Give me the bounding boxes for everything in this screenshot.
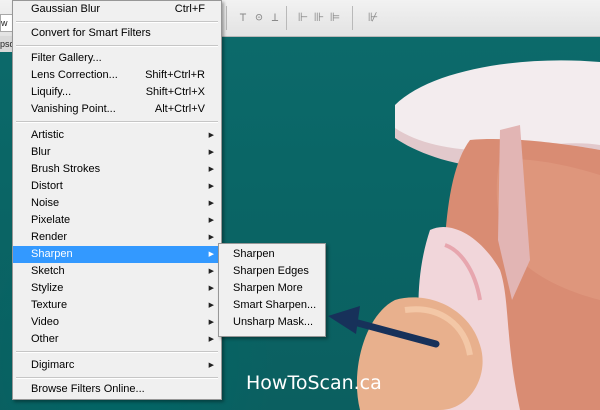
align-top-icon[interactable]: ⊤ bbox=[236, 10, 250, 24]
menu-item-gaussian-blur[interactable]: Gaussian Blur Ctrl+F bbox=[13, 1, 221, 18]
distribute-left-icon[interactable]: ⊩ bbox=[296, 10, 310, 24]
menu-item-render[interactable]: Render ▶ bbox=[13, 229, 221, 246]
submenu-item-sharpen-more[interactable]: Sharpen More bbox=[219, 280, 325, 297]
menu-item-convert-for-smart-filters[interactable]: Convert for Smart Filters bbox=[13, 25, 221, 42]
submenu-item-unsharp-mask[interactable]: Unsharp Mask... bbox=[219, 314, 325, 331]
menu-item-label: Noise bbox=[31, 197, 60, 209]
menu-separator bbox=[16, 121, 218, 123]
submenu-item-label: Sharpen bbox=[233, 248, 275, 260]
menu-item-label: Vanishing Point... bbox=[31, 103, 116, 115]
menu-item-shortcut: Ctrl+F bbox=[174, 3, 205, 15]
align-bottom-icon[interactable]: ⊥ bbox=[268, 10, 282, 24]
submenu-item-sharpen-edges[interactable]: Sharpen Edges bbox=[219, 263, 325, 280]
submenu-arrow-icon: ▶ bbox=[208, 319, 214, 326]
submenu-arrow-icon: ▶ bbox=[208, 285, 214, 292]
menu-item-label: Brush Strokes bbox=[31, 163, 101, 175]
watermark-text: HowToScan.ca bbox=[246, 372, 382, 394]
submenu-item-label: Unsharp Mask... bbox=[233, 316, 314, 328]
menu-item-label: Blur bbox=[31, 146, 51, 158]
submenu-arrow-icon: ▶ bbox=[208, 336, 214, 343]
submenu-arrow-icon: ▶ bbox=[208, 268, 214, 275]
menu-item-label: Sketch bbox=[31, 265, 65, 277]
menu-item-sketch[interactable]: Sketch ▶ bbox=[13, 263, 221, 280]
menu-item-label: Stylize bbox=[31, 282, 64, 294]
menu-item-lens-correction[interactable]: Lens Correction... Shift+Ctrl+R bbox=[13, 67, 221, 84]
submenu-item-smart-sharpen[interactable]: Smart Sharpen... bbox=[219, 297, 325, 314]
align-vcenter-icon[interactable]: ⊝ bbox=[252, 10, 266, 24]
toolbar-separator bbox=[226, 6, 227, 30]
auto-align-icon[interactable]: ⊮ bbox=[366, 10, 380, 24]
submenu-arrow-icon: ▶ bbox=[208, 302, 214, 309]
menu-item-stylize[interactable]: Stylize ▶ bbox=[13, 280, 221, 297]
submenu-arrow-icon: ▶ bbox=[208, 234, 214, 241]
filter-menu: Gaussian Blur Ctrl+F Convert for Smart F… bbox=[12, 0, 222, 400]
menu-item-label: Artistic bbox=[31, 129, 64, 141]
menu-item-label: Sharpen bbox=[31, 248, 73, 260]
menu-item-blur[interactable]: Blur ▶ bbox=[13, 144, 221, 161]
menu-item-label: Render bbox=[31, 231, 68, 243]
menu-separator bbox=[16, 45, 218, 47]
distribute-hcenter-icon[interactable]: ⊪ bbox=[312, 10, 326, 24]
menu-item-browse-filters-online[interactable]: Browse Filters Online... bbox=[13, 381, 221, 398]
menu-item-label: Lens Correction... bbox=[31, 69, 118, 81]
options-fragment-text: w T bbox=[1, 18, 8, 28]
menu-item-label: Video bbox=[31, 316, 59, 328]
menu-item-digimarc[interactable]: Digimarc ▶ bbox=[13, 357, 221, 374]
distribute-right-icon[interactable]: ⊫ bbox=[328, 10, 342, 24]
submenu-arrow-icon: ▶ bbox=[208, 217, 214, 224]
menu-item-label: Liquify... bbox=[31, 86, 72, 98]
submenu-arrow-icon: ▶ bbox=[208, 149, 214, 156]
menu-item-label: Digimarc bbox=[31, 359, 75, 371]
submenu-arrow-icon: ▶ bbox=[208, 362, 214, 369]
menu-item-distort[interactable]: Distort ▶ bbox=[13, 178, 221, 195]
submenu-arrow-icon: ▶ bbox=[208, 183, 214, 190]
menu-item-shortcut: Alt+Ctrl+V bbox=[154, 103, 205, 115]
submenu-arrow-icon: ▶ bbox=[208, 166, 214, 173]
menu-item-video[interactable]: Video ▶ bbox=[13, 314, 221, 331]
submenu-item-label: Sharpen More bbox=[233, 282, 303, 294]
submenu-arrow-icon: ▶ bbox=[208, 200, 214, 207]
menu-item-label: Distort bbox=[31, 180, 63, 192]
toolbar-separator bbox=[286, 6, 287, 30]
menu-item-label: Texture bbox=[31, 299, 68, 311]
menu-item-label: Convert for Smart Filters bbox=[31, 27, 151, 39]
menu-separator bbox=[16, 351, 218, 353]
menu-item-brush-strokes[interactable]: Brush Strokes ▶ bbox=[13, 161, 221, 178]
menu-item-label: Pixelate bbox=[31, 214, 71, 226]
menu-item-pixelate[interactable]: Pixelate ▶ bbox=[13, 212, 221, 229]
menu-item-liquify[interactable]: Liquify... Shift+Ctrl+X bbox=[13, 84, 221, 101]
submenu-arrow-icon: ▶ bbox=[208, 132, 214, 139]
menu-item-label: Filter Gallery... bbox=[31, 52, 102, 64]
submenu-arrow-icon: ▶ bbox=[208, 251, 214, 258]
toolbar-separator bbox=[352, 6, 353, 30]
menu-item-shortcut: Shift+Ctrl+X bbox=[145, 86, 205, 98]
menu-item-artistic[interactable]: Artistic ▶ bbox=[13, 127, 221, 144]
menu-separator bbox=[16, 377, 218, 379]
menu-item-label: Gaussian Blur bbox=[31, 3, 101, 15]
sharpen-submenu: Sharpen Sharpen Edges Sharpen More Smart… bbox=[218, 243, 326, 337]
annotation-arrow-icon bbox=[328, 306, 440, 348]
submenu-item-label: Sharpen Edges bbox=[233, 265, 309, 277]
menu-item-label: Other bbox=[31, 333, 59, 345]
menu-item-vanishing-point[interactable]: Vanishing Point... Alt+Ctrl+V bbox=[13, 101, 221, 118]
menu-item-label: Browse Filters Online... bbox=[31, 383, 145, 395]
submenu-item-label: Smart Sharpen... bbox=[233, 299, 317, 311]
menu-item-other[interactable]: Other ▶ bbox=[13, 331, 221, 348]
menu-separator bbox=[16, 21, 218, 23]
submenu-item-sharpen[interactable]: Sharpen bbox=[219, 246, 325, 263]
menu-item-filter-gallery[interactable]: Filter Gallery... bbox=[13, 50, 221, 67]
menu-item-sharpen[interactable]: Sharpen ▶ bbox=[13, 246, 221, 263]
menu-item-noise[interactable]: Noise ▶ bbox=[13, 195, 221, 212]
menu-item-texture[interactable]: Texture ▶ bbox=[13, 297, 221, 314]
menu-item-shortcut: Shift+Ctrl+R bbox=[145, 69, 205, 81]
